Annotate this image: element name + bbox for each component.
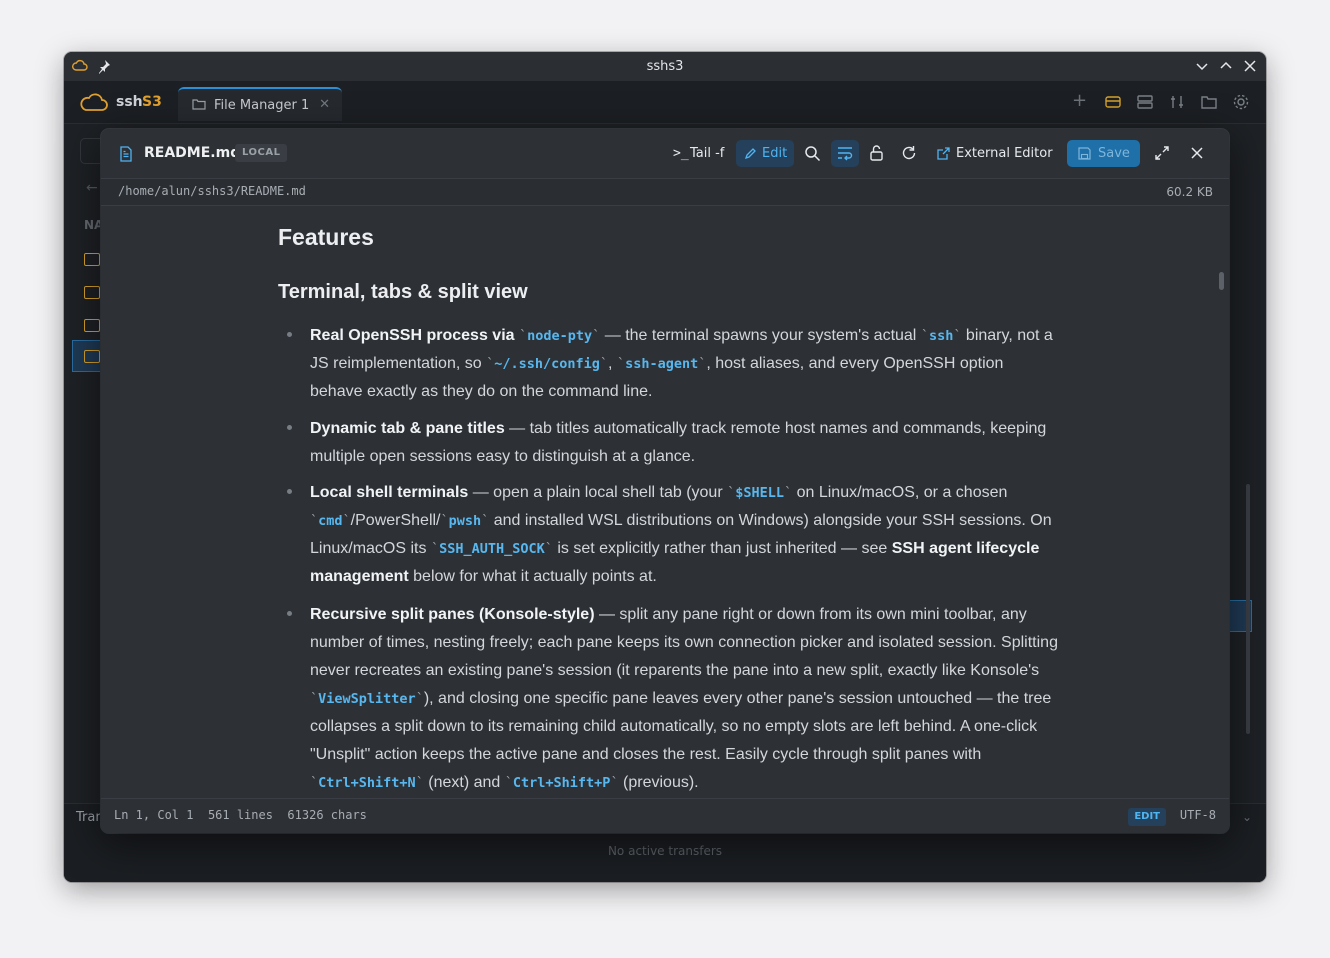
- wrap-icon: [838, 147, 853, 161]
- bg-folder-icon: [84, 286, 100, 299]
- bullet-marker: [287, 611, 292, 616]
- minimize-icon[interactable]: [1194, 58, 1210, 74]
- save-button-label: Save: [1098, 146, 1130, 161]
- tail-button[interactable]: >_ Tail -f: [666, 140, 728, 167]
- fullscreen-icon[interactable]: [1154, 145, 1170, 161]
- list-item: Real OpenSSH process via `node-pty` — th…: [310, 327, 1053, 400]
- cursor-position: Ln 1, Col 1: [114, 808, 194, 822]
- bg-back-icon: ←: [86, 180, 98, 196]
- folder-icon: [192, 99, 206, 110]
- toolbar-icons: +: [1072, 92, 1252, 113]
- item-lead: Real OpenSSH process via: [310, 327, 515, 344]
- refresh-icon[interactable]: [901, 145, 917, 161]
- heading-terminal: Terminal, tabs & split view: [278, 281, 528, 303]
- file-path: /home/alun/sshs3/README.md: [118, 184, 306, 198]
- edit-button-label: Edit: [762, 146, 788, 161]
- list-item: Recursive split panes (Konsole-style) — …: [310, 606, 1058, 791]
- tab-close-icon[interactable]: ✕: [319, 97, 330, 112]
- inline-code: `Ctrl+Shift+P`: [504, 775, 619, 791]
- file-size: 60.2 KB: [1166, 185, 1213, 199]
- compare-icon[interactable]: [1168, 93, 1186, 111]
- markdown-preview[interactable]: Features Terminal, tabs & split view Rea…: [101, 206, 1229, 798]
- brand-accent: S3: [142, 94, 162, 110]
- cursor-stats: Ln 1, Col 1 561 lines 61326 chars: [114, 808, 367, 822]
- layout-icon[interactable]: [1136, 93, 1154, 111]
- inline-code: `ViewSplitter`: [310, 691, 424, 707]
- terminal-icon: >_: [673, 146, 689, 161]
- transfers-toggle-icon[interactable]: ⌄: [1242, 810, 1252, 824]
- transfers-empty-text: No active transfers: [607, 844, 723, 858]
- inline-code: `cmd`: [310, 513, 351, 529]
- brand-cloud-icon: [80, 93, 108, 111]
- external-link-icon: [937, 147, 950, 160]
- inline-code: `SSH_AUTH_SOCK`: [430, 541, 553, 557]
- window-title: sshs3: [646, 59, 684, 74]
- mode-badge: EDIT: [1128, 808, 1166, 826]
- inline-code: `ssh-agent`: [616, 356, 707, 372]
- file-editor-dialog: README.md LOCAL >_ Tail -f Edit External…: [101, 129, 1229, 833]
- encoding[interactable]: UTF-8: [1180, 808, 1216, 822]
- char-count: 61326 chars: [287, 808, 367, 822]
- item-lead: Recursive split panes (Konsole-style): [310, 606, 595, 623]
- card-icon[interactable]: [1104, 93, 1122, 111]
- tab-file-manager[interactable]: File Manager 1 ✕: [178, 87, 342, 121]
- bullet-marker: [287, 425, 292, 430]
- inline-code: `node-pty`: [518, 328, 601, 344]
- bg-folder-icon: [84, 350, 100, 363]
- editor-header: README.md LOCAL >_ Tail -f Edit External…: [101, 129, 1229, 179]
- app-tab-bar: ssh S3 File Manager 1 ✕ +: [64, 81, 1266, 124]
- external-editor-label: External Editor: [956, 146, 1053, 161]
- inline-code: `Ctrl+Shift+N`: [310, 775, 424, 791]
- line-count: 561 lines: [207, 808, 273, 822]
- tail-button-label: Tail -f: [690, 146, 725, 161]
- inline-code: `$SHELL`: [727, 485, 793, 501]
- save-button[interactable]: Save: [1067, 140, 1140, 167]
- editor-file-name: README.md: [144, 145, 241, 161]
- list-item: Dynamic tab & pane titles — tab titles a…: [310, 420, 1047, 465]
- heading-features: Features: [278, 224, 374, 250]
- edit-button[interactable]: Edit: [736, 140, 794, 167]
- external-editor-button[interactable]: External Editor: [931, 140, 1053, 167]
- close-dialog-icon[interactable]: [1190, 146, 1204, 160]
- unlock-icon[interactable]: [869, 144, 884, 162]
- wrap-toggle-button[interactable]: [831, 140, 859, 167]
- bg-scrollbar: [1246, 484, 1250, 734]
- transfers-label: Tran: [76, 810, 104, 825]
- settings-gear-icon[interactable]: [1232, 93, 1250, 111]
- bg-folder-icon: [84, 319, 100, 332]
- list-item: Local shell terminals — open a plain loc…: [310, 484, 1052, 585]
- bg-folder-icon: [84, 253, 100, 266]
- close-icon[interactable]: [1242, 58, 1258, 74]
- folder-sync-icon[interactable]: [1200, 93, 1218, 111]
- inline-code: `ssh`: [920, 328, 962, 344]
- source-badge: LOCAL: [235, 144, 288, 162]
- item-lead: Dynamic tab & pane titles: [310, 420, 505, 437]
- path-bar: /home/alun/sshs3/README.md 60.2 KB: [101, 179, 1229, 206]
- save-icon: [1078, 147, 1091, 160]
- new-tab-icon[interactable]: +: [1072, 92, 1090, 111]
- tab-label: File Manager 1: [214, 98, 310, 113]
- scrollbar-thumb[interactable]: [1219, 272, 1224, 290]
- inline-code: `~/.ssh/config`: [486, 356, 609, 372]
- window-titlebar: sshs3: [64, 52, 1266, 81]
- editor-status-bar: Ln 1, Col 1 561 lines 61326 chars EDIT U…: [101, 798, 1229, 833]
- pencil-icon: [744, 148, 756, 160]
- inline-code: `pwsh`: [440, 513, 490, 529]
- file-icon: [120, 146, 132, 162]
- brand-name: ssh: [116, 94, 143, 110]
- search-icon[interactable]: [804, 145, 821, 162]
- bullet-marker: [287, 332, 292, 337]
- maximize-icon[interactable]: [1218, 58, 1234, 74]
- item-lead: Local shell terminals: [310, 484, 469, 501]
- bullet-marker: [287, 489, 292, 494]
